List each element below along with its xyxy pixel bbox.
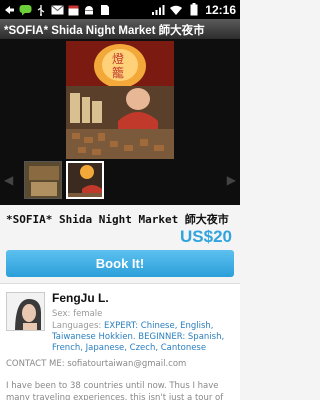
- contact-label: CONTACT ME:: [6, 359, 68, 369]
- contact-line: CONTACT ME: sofiatourtaiwan@gmail.com: [6, 359, 186, 369]
- host-profile: FengJu L. Sex: female Languages: EXPERT:…: [0, 283, 240, 400]
- calendar-icon: [66, 3, 80, 17]
- photo-thumbnail-selected[interactable]: [66, 161, 104, 199]
- sd-card-icon: [98, 3, 112, 17]
- previous-photo-icon[interactable]: ◀: [4, 173, 13, 187]
- wifi-icon: [169, 3, 183, 17]
- photo-gallery[interactable]: 燈 籠 ◀ ▶: [0, 39, 240, 205]
- host-languages: Languages: EXPERT: Chinese, English, Tai…: [52, 321, 236, 354]
- messaging-icon: [18, 3, 32, 17]
- mail-icon: [50, 3, 64, 17]
- status-bar: 12:16: [0, 0, 240, 19]
- svg-text:籠: 籠: [112, 65, 124, 80]
- avatar[interactable]: [6, 292, 45, 331]
- photo-thumbnail[interactable]: [24, 161, 62, 199]
- host-name[interactable]: FengJu L.: [52, 291, 109, 305]
- next-photo-icon[interactable]: ▶: [227, 173, 236, 187]
- clock: 12:16: [205, 2, 236, 17]
- app-title-bar: *SOFIA* Shida Night Market 師大夜市: [0, 19, 240, 39]
- contact-email[interactable]: sofiatourtaiwan@gmail.com: [67, 359, 186, 369]
- book-it-button[interactable]: Book It!: [6, 250, 234, 277]
- notification-icons: [2, 2, 112, 17]
- back-arrow-icon: [2, 3, 16, 17]
- price-label: US$20: [180, 227, 232, 246]
- usb-icon: [34, 3, 48, 17]
- battery-icon: [187, 3, 201, 17]
- signal-icon: [151, 3, 165, 17]
- languages-label: Languages:: [52, 321, 104, 331]
- host-sex: Sex: female: [52, 309, 103, 319]
- listing-title: *SOFIA* Shida Night Market 師大夜市: [6, 213, 229, 226]
- svg-text:燈: 燈: [112, 51, 124, 66]
- page-title: *SOFIA* Shida Night Market 師大夜市: [4, 25, 205, 37]
- main-photo[interactable]: 燈 籠: [66, 41, 174, 159]
- android-debug-icon: [82, 3, 96, 17]
- host-bio: I have been to 38 countries until now. T…: [6, 381, 224, 400]
